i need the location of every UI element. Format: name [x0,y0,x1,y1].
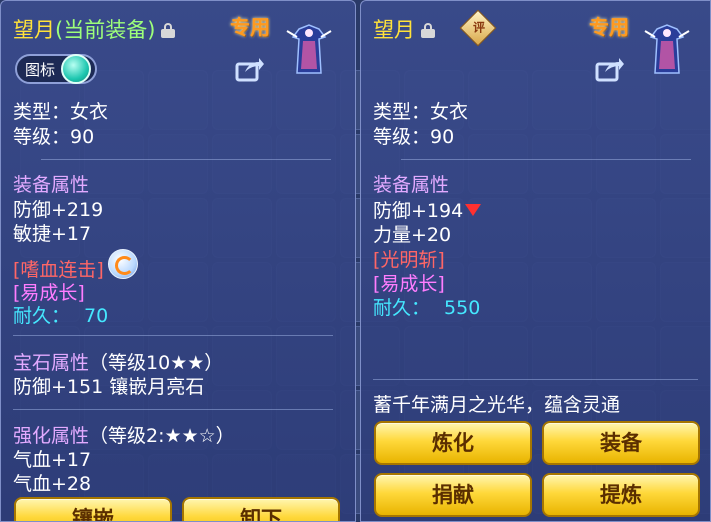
inlay-button[interactable]: 镶嵌 [14,497,172,521]
special-tag: 专用 [589,15,629,39]
enhance-line: 气血+17 [13,449,92,471]
unequip-button[interactable]: 卸下 [182,497,340,521]
gem-section: 宝石属性（等级10★★） [13,352,223,374]
unlock-icon[interactable] [161,22,176,38]
enhance-section: 强化属性（等级2:★★☆） [13,425,235,447]
robe-item-icon [644,24,690,74]
divider [13,335,333,336]
equip-attr-header: 装备属性 [13,174,90,196]
robe-item-icon [286,24,332,74]
decrease-arrow-icon [465,203,482,216]
donate-button[interactable]: 捐献 [374,473,532,517]
item-level: 等级：90 [13,126,95,148]
durability-value: 70 [84,305,109,327]
durability: 耐久： 550 [373,297,480,319]
rating-label: 评 [473,20,486,35]
durability-label: 耐久： [373,297,431,319]
enhance-level: （等级2:★★☆） [89,425,235,447]
divider [373,379,698,380]
gem-header: 宝石属性 [13,352,90,374]
divider [401,159,691,160]
icon-toggle[interactable]: 图标 [15,54,98,84]
attr-line: 防御+194 [373,200,464,222]
refresh-icon[interactable] [108,249,138,279]
attr-line: 防御+219 [13,199,104,221]
item-title: 望月 (当前装备) [13,17,176,43]
gem-line: 防御+151 镶嵌月亮石 [13,376,205,398]
item-level: 等级：90 [373,126,455,148]
enhance-line: 气血+28 [13,473,92,495]
gem-level: （等级10★★） [89,352,224,374]
special-tag: 专用 [230,15,270,39]
special-skill: [嗜血连击] [13,259,104,281]
refine-button[interactable]: 炼化 [374,421,532,465]
equip-attr-header: 装备属性 [373,174,450,196]
divider [41,159,331,160]
special-effect: [易成长] [373,273,445,295]
item-type: 类型：女衣 [373,101,469,123]
item-title: 望月 [373,17,435,43]
durability-value: 550 [444,297,481,319]
share-icon[interactable] [235,56,265,82]
item-name: 望月 [13,18,55,42]
item-name: 望月 [373,18,415,42]
current-equipment-panel: 望月 (当前装备) 专用 图标 类型：女衣 等级：90 装备属性 防御+219 … [0,0,356,522]
special-effect: [易成长] [13,282,85,304]
share-icon[interactable] [595,56,625,82]
attr-line-with-arrow: 防御+194 [373,200,482,222]
divider [13,409,333,410]
equipped-status: (当前装备) [55,18,156,42]
enhance-header: 强化属性 [13,425,90,447]
extract-button[interactable]: 提炼 [542,473,700,517]
special-skill: [光明斩] [373,249,445,271]
durability: 耐久： 70 [13,305,108,327]
rating-badge-icon[interactable]: 评 [459,9,497,47]
attr-line: 力量+20 [373,224,452,246]
compare-equipment-panel: 望月 评 专用 类型：女衣 等级：90 装备属性 防御+194 力量+20 [光… [360,0,711,522]
toggle-knob [61,54,92,84]
toggle-label: 图标 [25,60,56,79]
attr-line: 敏捷+17 [13,223,92,245]
equip-button[interactable]: 装备 [542,421,700,465]
unlock-icon[interactable] [421,22,435,38]
item-type: 类型：女衣 [13,101,109,123]
item-description: 蓄千年满月之光华，蕴含灵通 [373,394,621,416]
durability-label: 耐久： [13,305,71,327]
